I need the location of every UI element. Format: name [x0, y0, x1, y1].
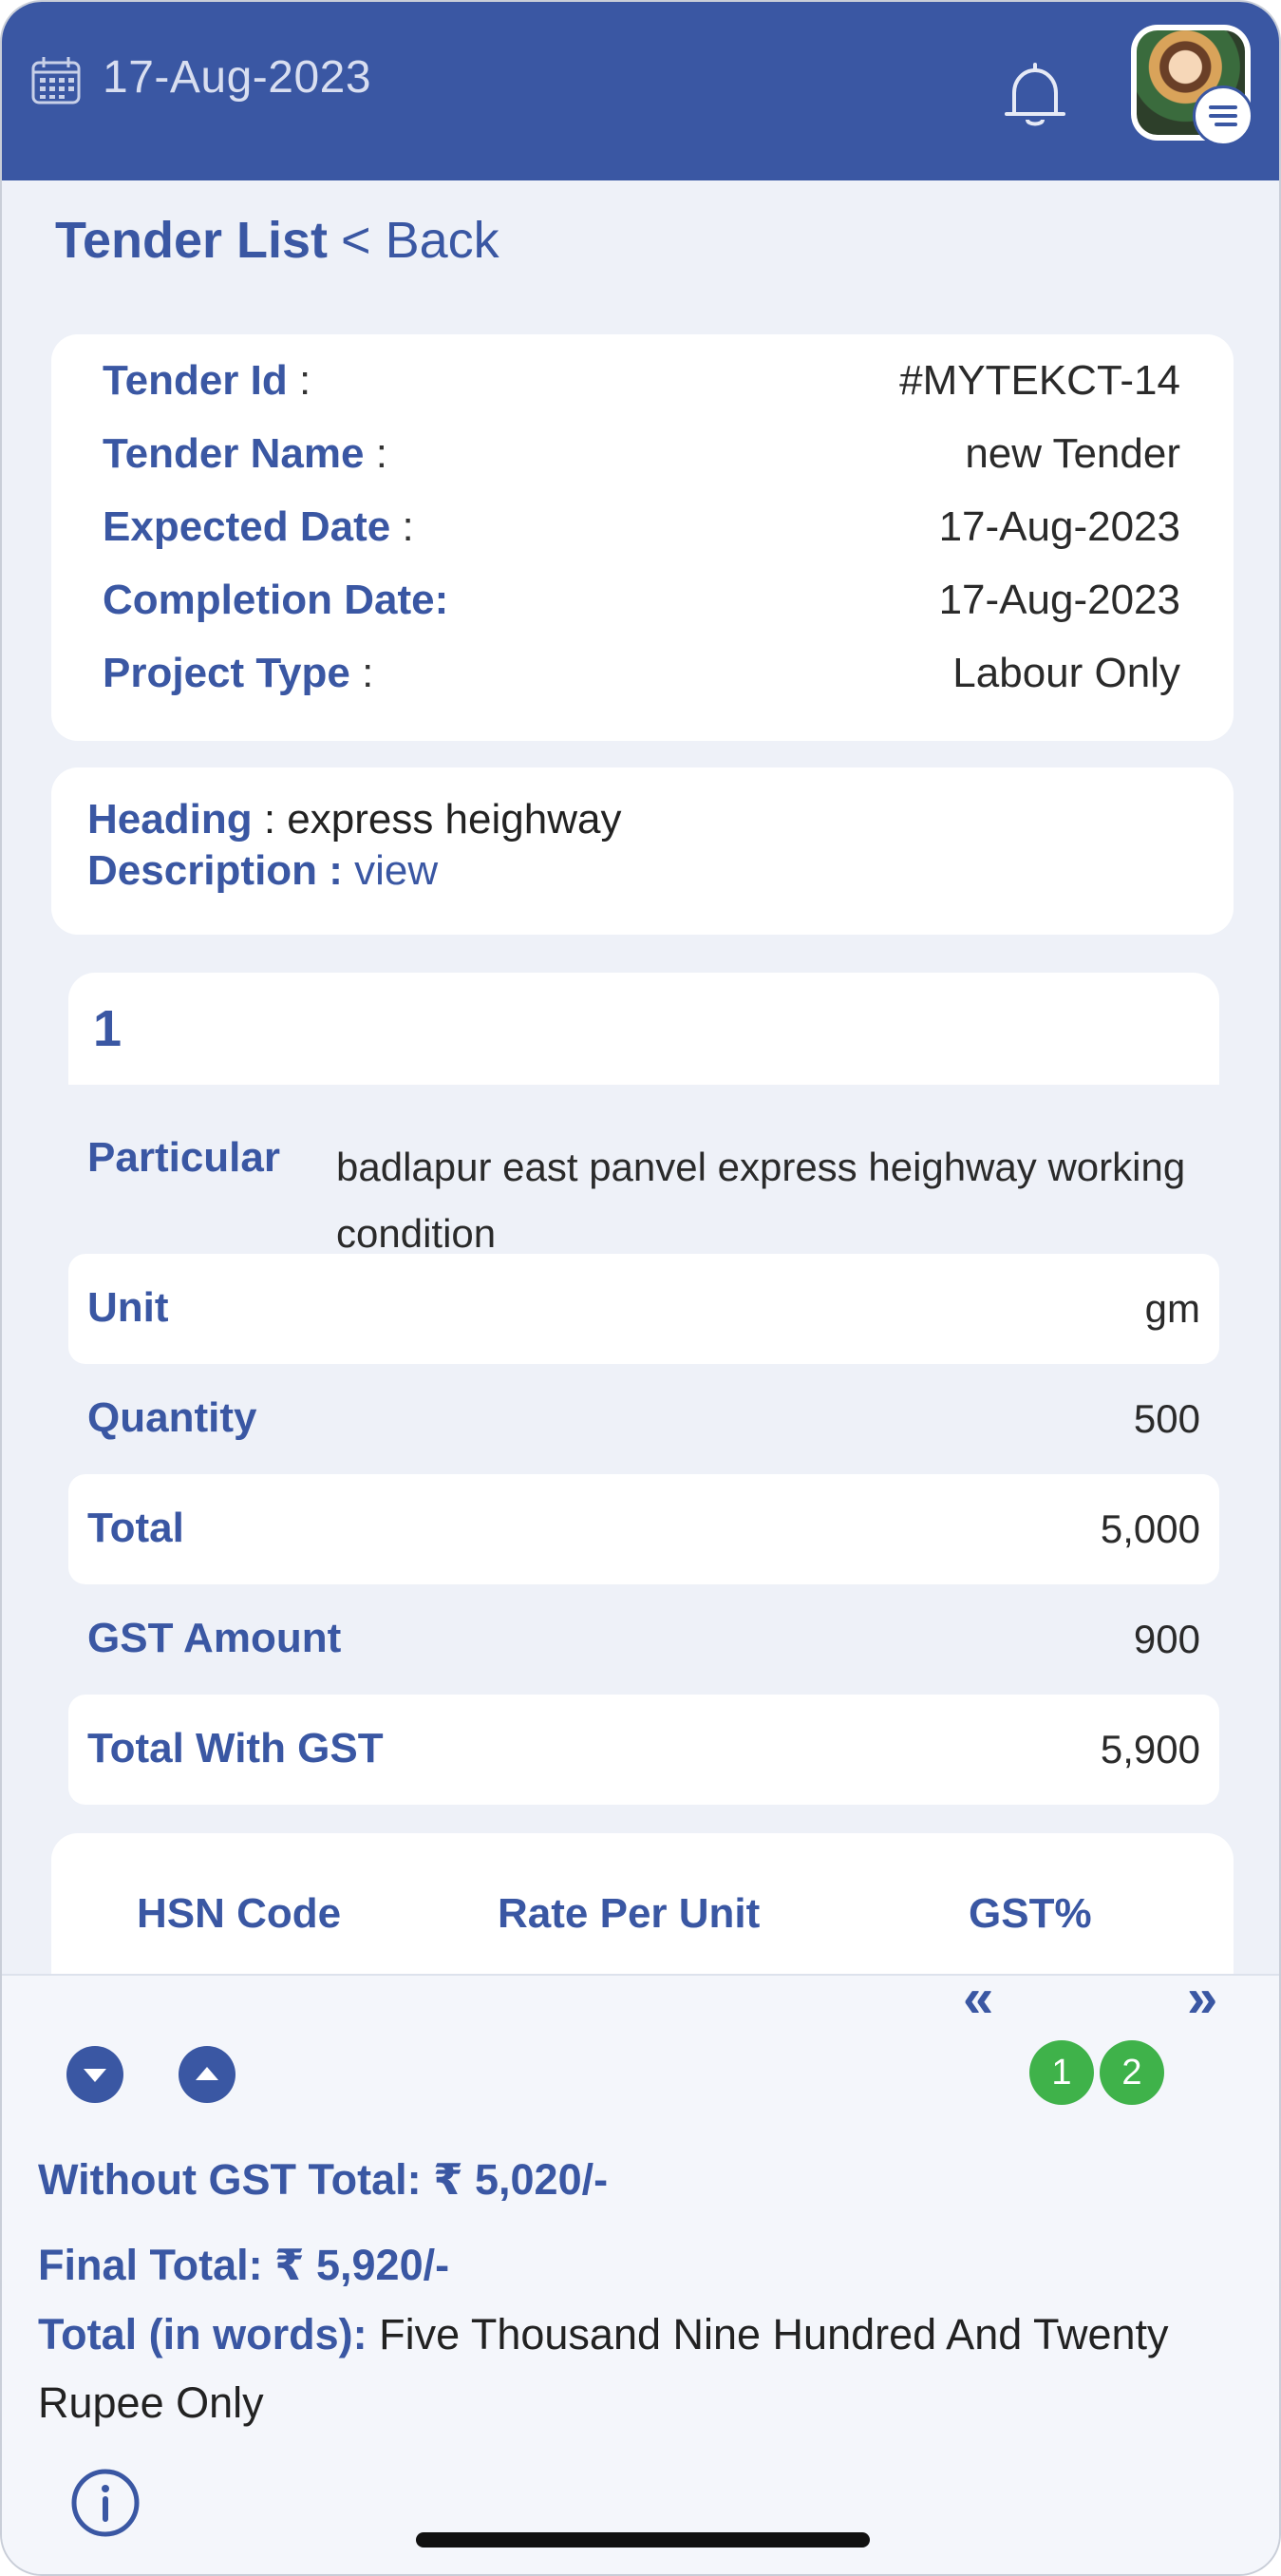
description-view-link[interactable]: view [354, 847, 438, 894]
unit-value: gm [1144, 1286, 1200, 1331]
rate-per-unit-header: Rate Per Unit [498, 1890, 761, 1937]
gst-amount-value: 900 [1133, 1617, 1200, 1661]
total-with-gst-row: Total With GST 5,900 [68, 1695, 1219, 1805]
menu-icon[interactable] [1193, 85, 1253, 146]
item-number: 1 [93, 1000, 122, 1057]
tender-name-row: Tender Name : new Tender [103, 430, 1180, 477]
completion-date-value: 17-Aug-2023 [938, 577, 1180, 623]
scroll-up-button[interactable] [179, 2046, 235, 2103]
header-date: 17-Aug-2023 [103, 52, 372, 103]
expected-date-label: Expected Date [103, 503, 391, 550]
top-bar: 17-Aug-2023 [2, 2, 1279, 180]
bell-icon[interactable] [999, 61, 1071, 129]
final-total-value: ₹ 5,920/- [274, 2241, 450, 2289]
tender-id-label: Tender Id [103, 357, 288, 404]
app-screen: 17-Aug-2023 Tender List < Back Tender Id … [0, 0, 1281, 2576]
caret-down-icon [84, 2069, 106, 2082]
without-gst-total: Without GST Total: ₹ 5,020/- [38, 2154, 608, 2205]
quantity-value: 500 [1133, 1396, 1200, 1441]
page-1-button[interactable]: 1 [1029, 2040, 1094, 2105]
without-gst-value: ₹ 5,020/- [433, 2155, 609, 2204]
quantity-label: Quantity [87, 1394, 257, 1441]
info-icon[interactable] [70, 2468, 141, 2538]
project-type-label: Project Type [103, 650, 350, 696]
page-title-row: Tender List < Back [55, 211, 499, 270]
page-2-button[interactable]: 2 [1100, 2040, 1164, 2105]
back-link[interactable]: < Back [341, 212, 499, 269]
particular-value: badlapur east panvel express heighway wo… [336, 1145, 1186, 1256]
expected-date-value: 17-Aug-2023 [938, 503, 1180, 550]
description-label: Description : [87, 847, 343, 894]
page-title: Tender List [55, 212, 329, 269]
gst-percent-header: GST% [969, 1890, 1092, 1937]
gst-amount-row: GST Amount 900 [68, 1584, 1219, 1695]
final-total: Final Total: ₹ 5,920/- [38, 2240, 449, 2290]
total-in-words: Total (in words): Five Thousand Nine Hun… [38, 2301, 1234, 2437]
quantity-row: Quantity 500 [68, 1364, 1219, 1474]
heading-card: Heading : express heighway Description :… [51, 767, 1234, 935]
hsn-code-header: HSN Code [137, 1890, 342, 1937]
heading-value: : express heighway [263, 796, 622, 843]
total-label: Total [87, 1505, 184, 1551]
total-in-words-label: Total (in words): [38, 2310, 367, 2358]
final-total-label: Final Total: [38, 2241, 263, 2289]
pagination-next-button[interactable]: » [1187, 1966, 1217, 2030]
calendar-icon [31, 57, 81, 104]
pagination-prev-button[interactable]: « [963, 1966, 993, 2030]
tender-info-card: Tender Id : #MYTEKCT-14 Tender Name : ne… [51, 334, 1234, 741]
project-type-row: Project Type : Labour Only [103, 650, 1180, 696]
unit-label: Unit [87, 1284, 169, 1331]
home-indicator[interactable] [416, 2532, 870, 2548]
project-type-value: Labour Only [952, 650, 1180, 696]
total-value: 5,000 [1100, 1506, 1200, 1551]
item-number-header: 1 [68, 973, 1219, 1085]
unit-row: Unit gm [68, 1254, 1219, 1364]
particular-row: Particular badlapur east panvel express … [68, 1085, 1219, 1275]
total-with-gst-value: 5,900 [1100, 1727, 1200, 1771]
expected-date-row: Expected Date : 17-Aug-2023 [103, 503, 1180, 550]
heading-label: Heading [87, 796, 253, 843]
tender-id-row: Tender Id : #MYTEKCT-14 [103, 357, 1180, 404]
completion-date-label: Completion Date: [103, 577, 449, 623]
scroll-down-button[interactable] [66, 2046, 123, 2103]
caret-up-icon [196, 2067, 218, 2080]
total-row: Total 5,000 [68, 1474, 1219, 1584]
particular-label: Particular [87, 1134, 280, 1181]
tender-id-value: #MYTEKCT-14 [899, 357, 1180, 404]
gst-amount-label: GST Amount [87, 1615, 342, 1661]
tender-name-label: Tender Name [103, 430, 365, 477]
total-with-gst-label: Total With GST [87, 1725, 384, 1771]
heading-row: Heading : express heighway [87, 796, 621, 843]
completion-date-row: Completion Date: 17-Aug-2023 [103, 577, 1180, 634]
tender-name-value: new Tender [965, 430, 1180, 477]
description-row: Description : view [87, 847, 438, 895]
without-gst-label: Without GST Total: [38, 2155, 422, 2204]
